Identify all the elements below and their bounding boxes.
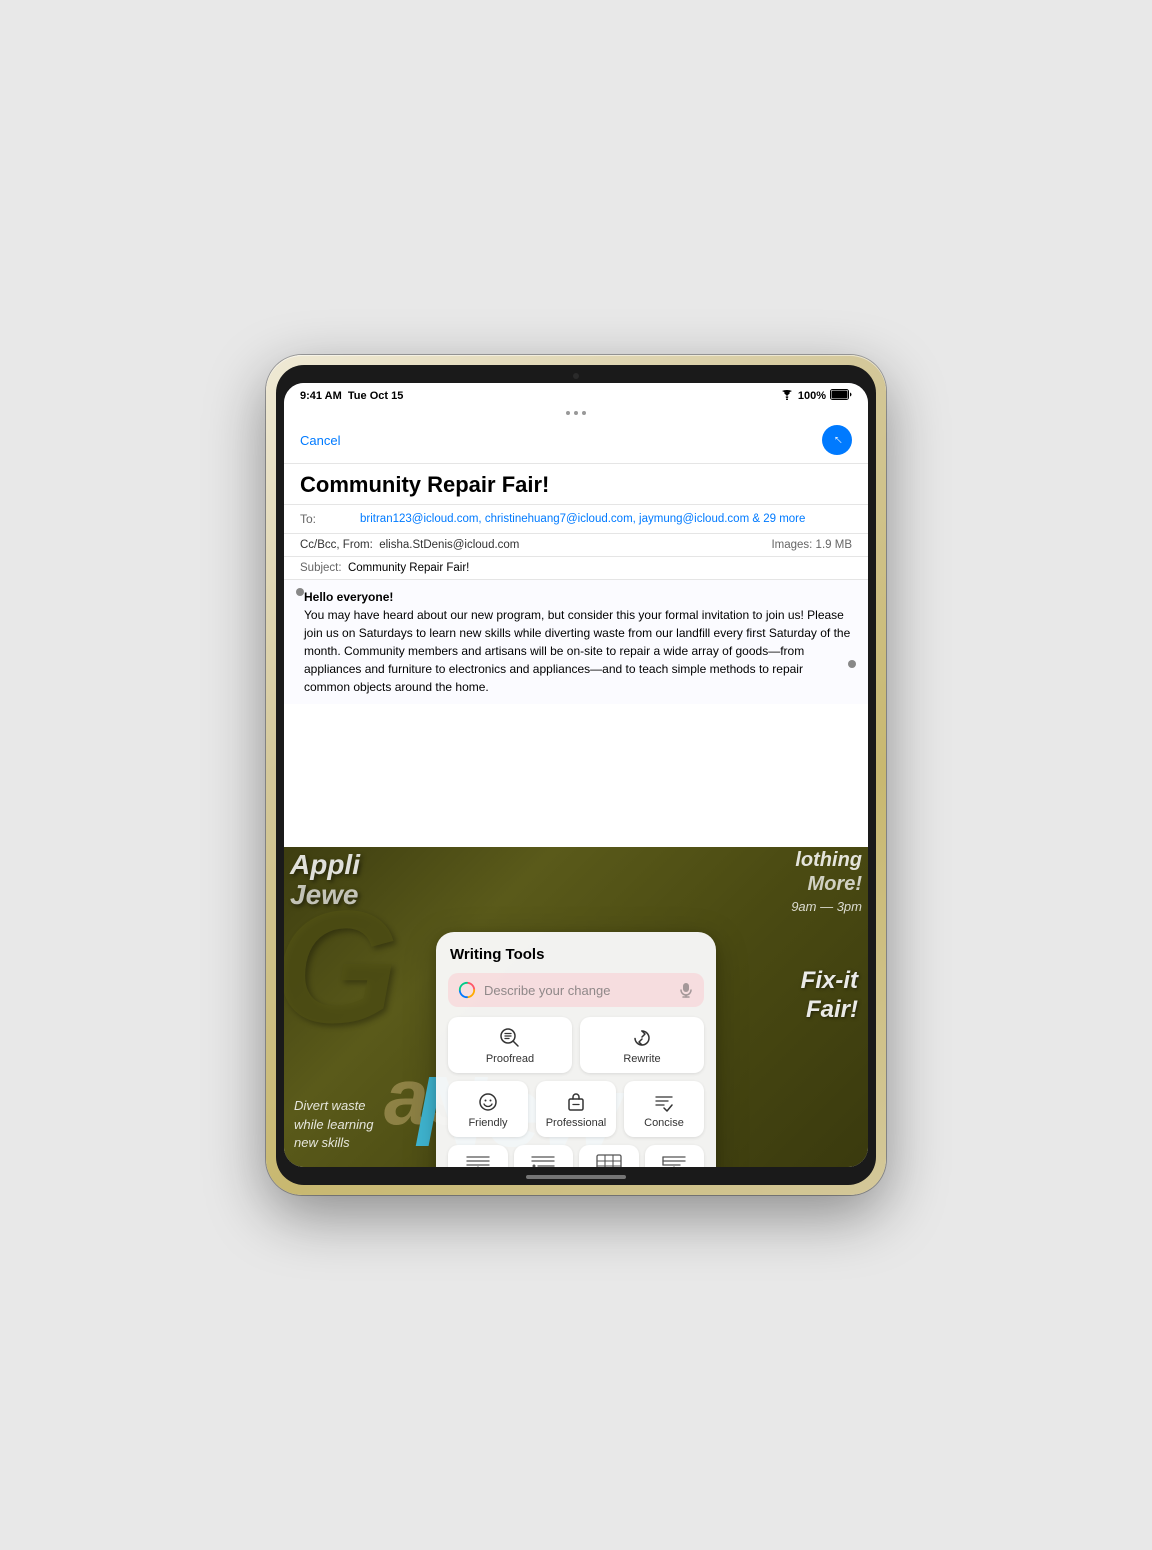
subject-value[interactable]: Community Repair Fair! — [348, 562, 469, 574]
three-dots[interactable] — [284, 407, 868, 417]
flyer-divert-text: Divert wastewhile learningnew skills — [294, 1097, 374, 1152]
status-bar: 9:41 AM Tue Oct 15 100% — [284, 383, 868, 407]
rewrite-icon — [631, 1027, 653, 1049]
flyer-text-more: More! — [808, 873, 862, 896]
friendly-button[interactable]: Friendly — [448, 1081, 528, 1137]
flyer-text-time: 9am — 3pm — [791, 899, 862, 914]
home-indicator[interactable] — [526, 1175, 626, 1179]
tools-row-1: Proofread Rewrite — [448, 1017, 704, 1073]
from-address[interactable]: elisha.StDenis@icloud.com — [379, 539, 519, 551]
email-compose: Cancel ↑ Community Repair Fair! To: brit… — [284, 417, 868, 1167]
wifi-icon — [780, 390, 794, 403]
describe-change-field[interactable]: Describe your change — [448, 973, 704, 1007]
flyer-image: Appli Jewe lothing More! 9am — 3pm G Fix… — [284, 847, 868, 1167]
table-button[interactable]: Table — [579, 1145, 639, 1167]
email-to-field: To: britran123@icloud.com, christinehuan… — [284, 505, 868, 534]
battery-label: 100% — [798, 390, 826, 402]
send-arrow-icon: ↑ — [829, 431, 845, 447]
to-recipients[interactable]: britran123@icloud.com, christinehuang7@i… — [360, 511, 852, 527]
to-label: To: — [300, 511, 360, 526]
send-button[interactable]: ↑ — [822, 425, 852, 455]
key-points-icon — [529, 1153, 557, 1167]
summary-icon — [464, 1153, 492, 1167]
professional-label: Professional — [546, 1117, 607, 1129]
friendly-label: Friendly — [468, 1117, 507, 1129]
tools-row-3: Summary — [448, 1145, 704, 1167]
proofread-label: Proofread — [486, 1053, 534, 1065]
email-body-text[interactable]: Hello everyone! You may have heard about… — [284, 580, 868, 704]
status-indicators: 100% — [780, 389, 852, 403]
flyer-background: Appli Jewe lothing More! 9am — 3pm G Fix… — [284, 847, 868, 1167]
rewrite-button[interactable]: Rewrite — [580, 1017, 704, 1073]
key-points-button[interactable]: Key Points — [514, 1145, 574, 1167]
email-header-bar: Cancel ↑ — [284, 417, 868, 464]
ipad-frame: 9:41 AM Tue Oct 15 100% — [266, 355, 886, 1195]
status-time-date: 9:41 AM Tue Oct 15 — [300, 390, 403, 402]
tools-row-2: Friendly Professional — [448, 1081, 704, 1137]
cc-from-label: Cc/Bcc, From: elisha.StDenis@icloud.com — [300, 539, 519, 551]
flyer-big-letter: G — [284, 887, 398, 1047]
ipad-screen: 9:41 AM Tue Oct 15 100% — [284, 383, 868, 1167]
apple-intelligence-icon — [458, 981, 476, 999]
rewrite-label: Rewrite — [623, 1053, 660, 1065]
battery-icon — [830, 389, 852, 403]
professional-icon — [565, 1091, 587, 1113]
summary-button[interactable]: Summary — [448, 1145, 508, 1167]
concise-button[interactable]: Concise — [624, 1081, 704, 1137]
images-label: Images: 1.9 MB — [771, 539, 852, 551]
list-icon — [660, 1153, 688, 1167]
subject-row: Subject: Community Repair Fair! — [284, 557, 868, 580]
professional-button[interactable]: Professional — [536, 1081, 616, 1137]
microphone-icon[interactable] — [678, 982, 694, 998]
list-button[interactable]: List — [645, 1145, 705, 1167]
writing-tools-popup: Writing Tools — [436, 932, 716, 1167]
flyer-fix-text: Fix-itFair! — [801, 967, 858, 1025]
email-from-row: Cc/Bcc, From: elisha.StDenis@icloud.com … — [284, 534, 868, 557]
flyer-text-clothing: lothing — [795, 849, 862, 872]
friendly-icon — [477, 1091, 499, 1113]
ipad-inner: 9:41 AM Tue Oct 15 100% — [276, 365, 876, 1185]
cancel-button[interactable]: Cancel — [300, 433, 340, 448]
describe-placeholder: Describe your change — [484, 983, 670, 998]
proofread-button[interactable]: Proofread — [448, 1017, 572, 1073]
email-title[interactable]: Community Repair Fair! — [284, 464, 868, 505]
table-icon — [595, 1153, 623, 1167]
front-camera — [573, 373, 579, 379]
popup-title: Writing Tools — [448, 946, 704, 963]
proofread-icon — [499, 1027, 521, 1049]
concise-label: Concise — [644, 1117, 684, 1129]
email-body-area: Hello everyone! You may have heard about… — [284, 580, 868, 847]
concise-icon — [653, 1091, 675, 1113]
subject-label: Subject: — [300, 562, 342, 574]
